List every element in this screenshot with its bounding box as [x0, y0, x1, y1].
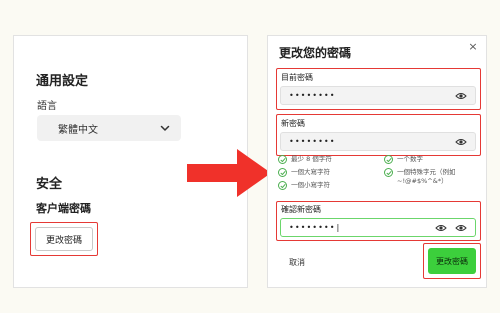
check-circle-icon: [384, 168, 393, 177]
eye-icon[interactable]: [455, 223, 467, 233]
confirm-password-value: ••••••••|: [289, 223, 342, 232]
check-circle-icon: [278, 168, 287, 177]
cancel-button[interactable]: 取消: [289, 257, 305, 268]
eye-icon[interactable]: [455, 137, 467, 147]
language-select-value: 繁體中文: [58, 124, 98, 136]
current-password-value: ••••••••: [289, 91, 336, 100]
confirm-password-field[interactable]: ••••••••|: [280, 218, 476, 237]
submit-change-password-button[interactable]: 更改密碼: [428, 248, 476, 274]
change-password-button[interactable]: 更改密碼: [35, 227, 93, 251]
right-arrow-icon: [187, 149, 271, 197]
language-label: 語言: [37, 101, 57, 112]
language-select[interactable]: 繁體中文: [37, 115, 181, 141]
requirement-item: 最少 8 個字符: [278, 155, 332, 164]
general-settings-title: 通用設定: [36, 74, 89, 89]
eye-icon[interactable]: [455, 91, 467, 101]
new-password-label: 新密碼: [281, 119, 305, 128]
close-icon[interactable]: ×: [467, 40, 479, 53]
check-circle-icon: [278, 181, 287, 190]
current-password-field[interactable]: ••••••••: [280, 86, 476, 105]
new-password-value: ••••••••: [289, 137, 336, 146]
client-password-title: 客户端密碼: [36, 202, 91, 215]
current-password-label: 目前密碼: [281, 73, 313, 82]
new-password-field[interactable]: ••••••••: [280, 132, 476, 151]
chevron-down-icon: [159, 122, 171, 134]
requirement-item: 一个数字: [384, 155, 423, 164]
check-circle-icon: [384, 155, 393, 164]
check-circle-icon: [278, 155, 287, 164]
screenshot-stage: 通用設定 語言 繁體中文 安全 客户端密碼 更改密碼 更改您的密碼 × 目前密碼…: [0, 0, 500, 313]
security-title: 安全: [36, 177, 63, 192]
change-password-dialog: 更改您的密碼 × 目前密碼 •••••••• 新密碼 •••••••• 最少 8…: [267, 35, 487, 288]
requirement-item: 一個特殊字元（例如 ~!@#$%^&*）: [384, 168, 478, 186]
eye-slash-icon[interactable]: [435, 223, 447, 233]
requirement-item: 一個大寫字符: [278, 168, 330, 177]
requirement-item: 一個小寫字符: [278, 181, 330, 190]
dialog-title: 更改您的密碼: [279, 46, 352, 60]
confirm-password-label: 確認新密碼: [281, 205, 321, 214]
